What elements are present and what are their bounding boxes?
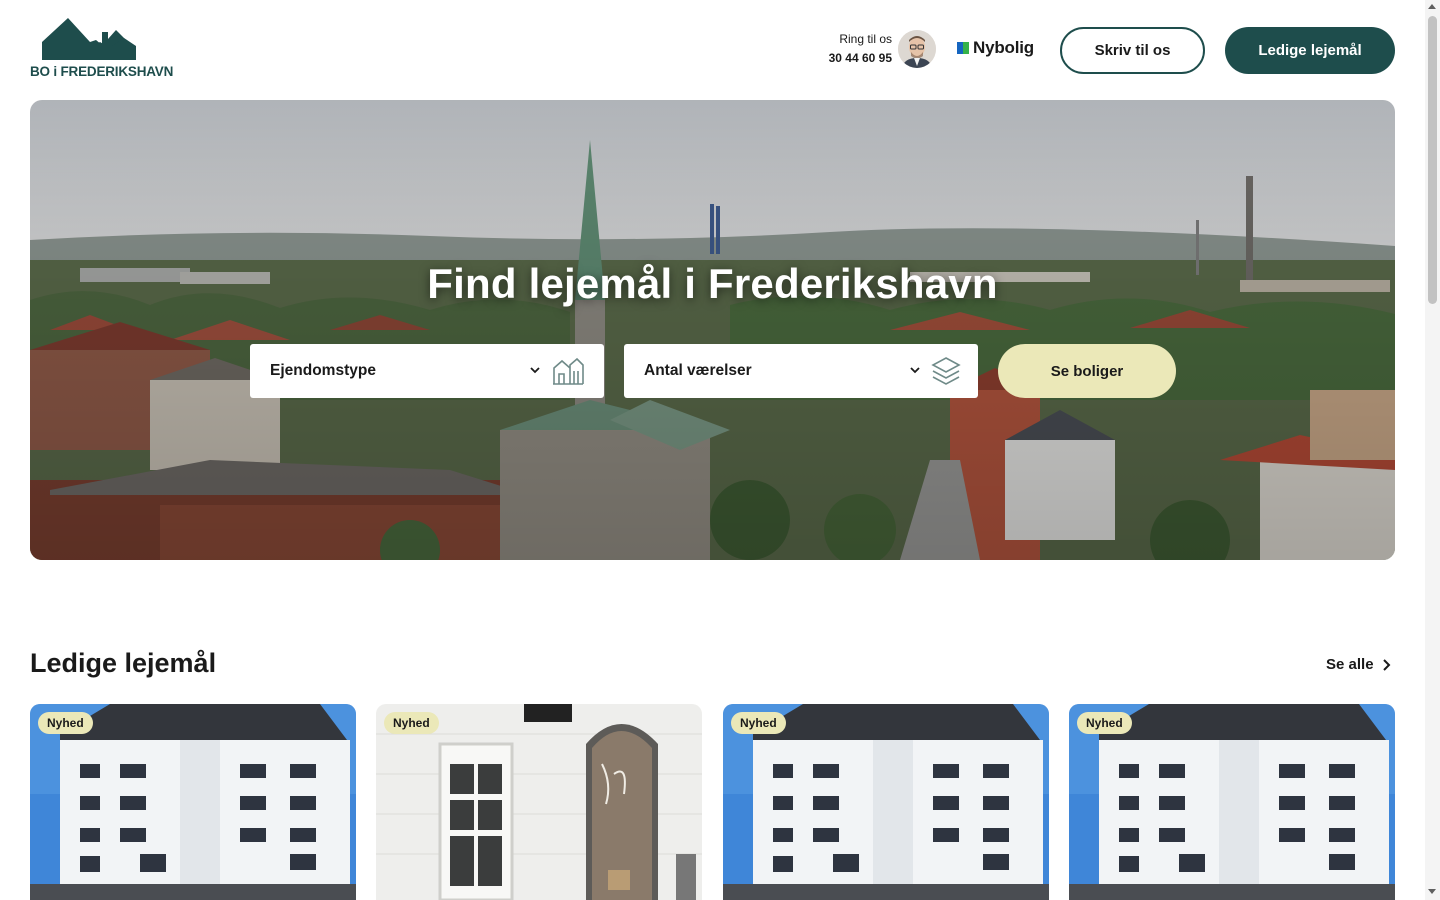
contact-avatar — [898, 30, 936, 68]
see-all-label: Se alle — [1326, 656, 1374, 673]
buildings-icon — [553, 357, 584, 385]
write-to-us-button[interactable]: Skriv til os — [1060, 27, 1205, 74]
site-header: BO i FREDERIKSHAVN Ring til os 30 44 60 … — [0, 0, 1425, 100]
property-type-select[interactable]: Ejendomstype — [250, 344, 604, 398]
contact-phone[interactable]: 30 44 60 95 — [800, 49, 892, 68]
contact-label: Ring til os — [839, 32, 892, 46]
scroll-down-arrow-icon[interactable] — [1428, 889, 1436, 894]
rooms-label: Antal værelser — [644, 362, 752, 379]
contact-info: Ring til os 30 44 60 95 — [800, 30, 892, 68]
logo[interactable]: BO i FREDERIKSHAVN — [30, 18, 173, 82]
layers-icon — [931, 357, 961, 385]
listing-card[interactable]: Nyhed — [723, 704, 1049, 900]
scrollbar-thumb[interactable] — [1428, 16, 1437, 304]
listing-card[interactable]: Nyhed — [376, 704, 702, 900]
new-badge: Nyhed — [1077, 712, 1132, 734]
available-rentals-button[interactable]: Ledige lejemål — [1225, 27, 1395, 74]
new-badge: Nyhed — [731, 712, 786, 734]
chevron-down-icon — [910, 367, 920, 374]
rooms-select[interactable]: Antal værelser — [624, 344, 978, 398]
listing-card[interactable]: Nyhed — [30, 704, 356, 900]
property-type-label: Ejendomstype — [270, 362, 376, 379]
hero-title: Find lejemål i Frederikshavn — [427, 260, 998, 307]
new-badge: Nyhed — [38, 712, 93, 734]
nybolig-icon — [957, 42, 969, 54]
search-button[interactable]: Se boliger — [998, 344, 1176, 398]
hero-city-image — [30, 100, 1395, 560]
page-scrollbar[interactable] — [1425, 0, 1440, 900]
scroll-up-arrow-icon[interactable] — [1428, 4, 1436, 9]
listings-title: Ledige lejemål — [30, 648, 217, 678]
chevron-right-icon — [1382, 658, 1390, 671]
hero-banner: Find lejemål i Frederikshavn Ejendomstyp… — [30, 100, 1395, 560]
see-all-link[interactable]: Se alle — [1326, 656, 1392, 673]
logo-houses-icon — [42, 18, 136, 60]
partner-name: Nybolig — [973, 38, 1034, 57]
listing-card[interactable]: Nyhed — [1069, 704, 1395, 900]
logo-text: BO i FREDERIKSHAVN — [30, 64, 174, 79]
chevron-down-icon — [530, 367, 540, 374]
partner-logo[interactable]: Nybolig — [957, 38, 1034, 58]
new-badge: Nyhed — [384, 712, 439, 734]
